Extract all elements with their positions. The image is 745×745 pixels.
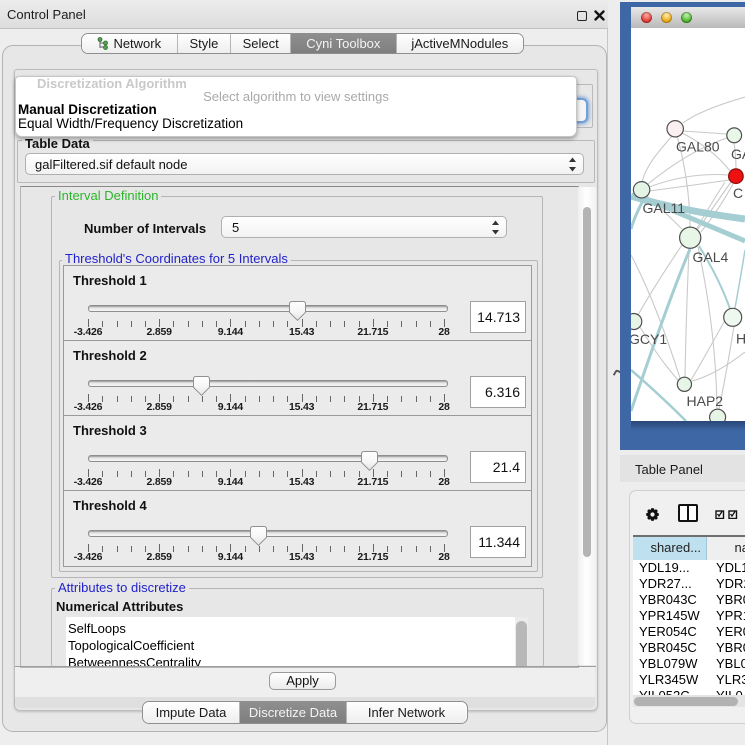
svg-text:GAL80: GAL80: [676, 139, 720, 155]
svg-text:H: H: [736, 331, 745, 347]
svg-text:GAL4: GAL4: [693, 249, 729, 265]
svg-text:HAP2: HAP2: [687, 393, 724, 409]
svg-text:GA: GA: [731, 146, 745, 162]
svg-text:GAL11: GAL11: [643, 200, 686, 216]
svg-text:C: C: [733, 185, 743, 201]
svg-text:GCY1: GCY1: [631, 331, 667, 347]
